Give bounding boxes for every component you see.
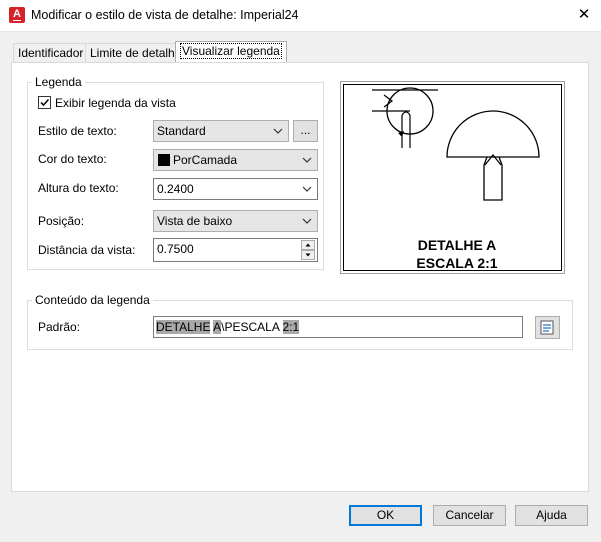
chevron-down-icon [273, 128, 283, 134]
position-value: Vista de baixo [157, 214, 233, 228]
pattern-input[interactable]: DETALHE A\PESCALA 2:1 [153, 316, 523, 338]
field-editor-icon [540, 320, 554, 335]
chevron-down-icon [302, 186, 312, 192]
text-height-value: 0.2400 [157, 182, 194, 196]
position-select[interactable]: Vista de baixo [153, 210, 318, 232]
legend-group-title: Legenda [32, 75, 85, 89]
preview-frame: DETALHE A ESCALA 2:1 [343, 84, 562, 271]
text-style-value: Standard [157, 124, 206, 138]
text-style-select[interactable]: Standard [153, 120, 289, 142]
distance-value: 0.7500 [157, 242, 194, 256]
cancel-button[interactable]: Cancelar [433, 505, 506, 526]
pattern-label: Padrão: [38, 320, 81, 334]
tab-visualizar-legenda-label: Visualizar legenda [180, 43, 282, 59]
preview-caption-line2: ESCALA 2:1 [416, 255, 498, 271]
chevron-down-icon [302, 157, 312, 163]
distance-label: Distância da vista: [38, 243, 136, 257]
preview-caption-line1: DETALHE A [417, 237, 497, 253]
autocad-app-icon: A [9, 7, 25, 23]
preview-area: DETALHE A ESCALA 2:1 [340, 81, 565, 274]
ok-button[interactable]: OK [349, 505, 422, 526]
chevron-down-icon [302, 218, 312, 224]
distance-spinner[interactable]: 0.7500 [153, 238, 318, 262]
window-title: Modificar o estilo de vista de detalhe: … [31, 8, 299, 22]
show-label-checkbox-label[interactable]: Exibir legenda da vista [55, 96, 176, 110]
content-group-title: Conteúdo da legenda [32, 293, 153, 307]
tab-visualizar-legenda[interactable]: Visualizar legenda [175, 41, 287, 63]
pattern-field-name: DETALHE [156, 320, 211, 334]
field-editor-button[interactable] [535, 316, 560, 339]
position-label: Posição: [38, 214, 85, 228]
tab-identificador[interactable]: Identificador [13, 43, 89, 62]
text-style-label: Estilo de texto: [38, 124, 117, 138]
caret-down-icon [305, 253, 311, 257]
pattern-text: DETALHE A\PESCALA 2:1 [156, 320, 300, 334]
show-label-checkbox[interactable] [38, 96, 51, 109]
color-swatch [158, 154, 170, 166]
caret-up-icon [305, 243, 311, 247]
text-color-value: PorCamada [173, 153, 238, 167]
pattern-field-scale: 2:1 [282, 320, 300, 334]
close-icon[interactable]: ✕ [572, 4, 596, 26]
text-style-browse-button[interactable]: ... [293, 120, 318, 142]
spin-up-button[interactable] [301, 240, 315, 250]
text-color-select[interactable]: PorCamada [153, 149, 318, 171]
pattern-literal: \PESCALA [221, 320, 283, 334]
text-height-label: Altura do texto: [38, 181, 119, 195]
help-button[interactable]: Ajuda [515, 505, 588, 526]
text-color-label: Cor do texto: [38, 152, 107, 166]
text-height-select[interactable]: 0.2400 [153, 178, 318, 200]
tab-limite-de-detalhe[interactable]: Limite de detalhe [85, 43, 187, 62]
pattern-field-letter: A [213, 320, 222, 334]
checkmark-icon [40, 98, 50, 107]
spin-down-button[interactable] [301, 250, 315, 260]
